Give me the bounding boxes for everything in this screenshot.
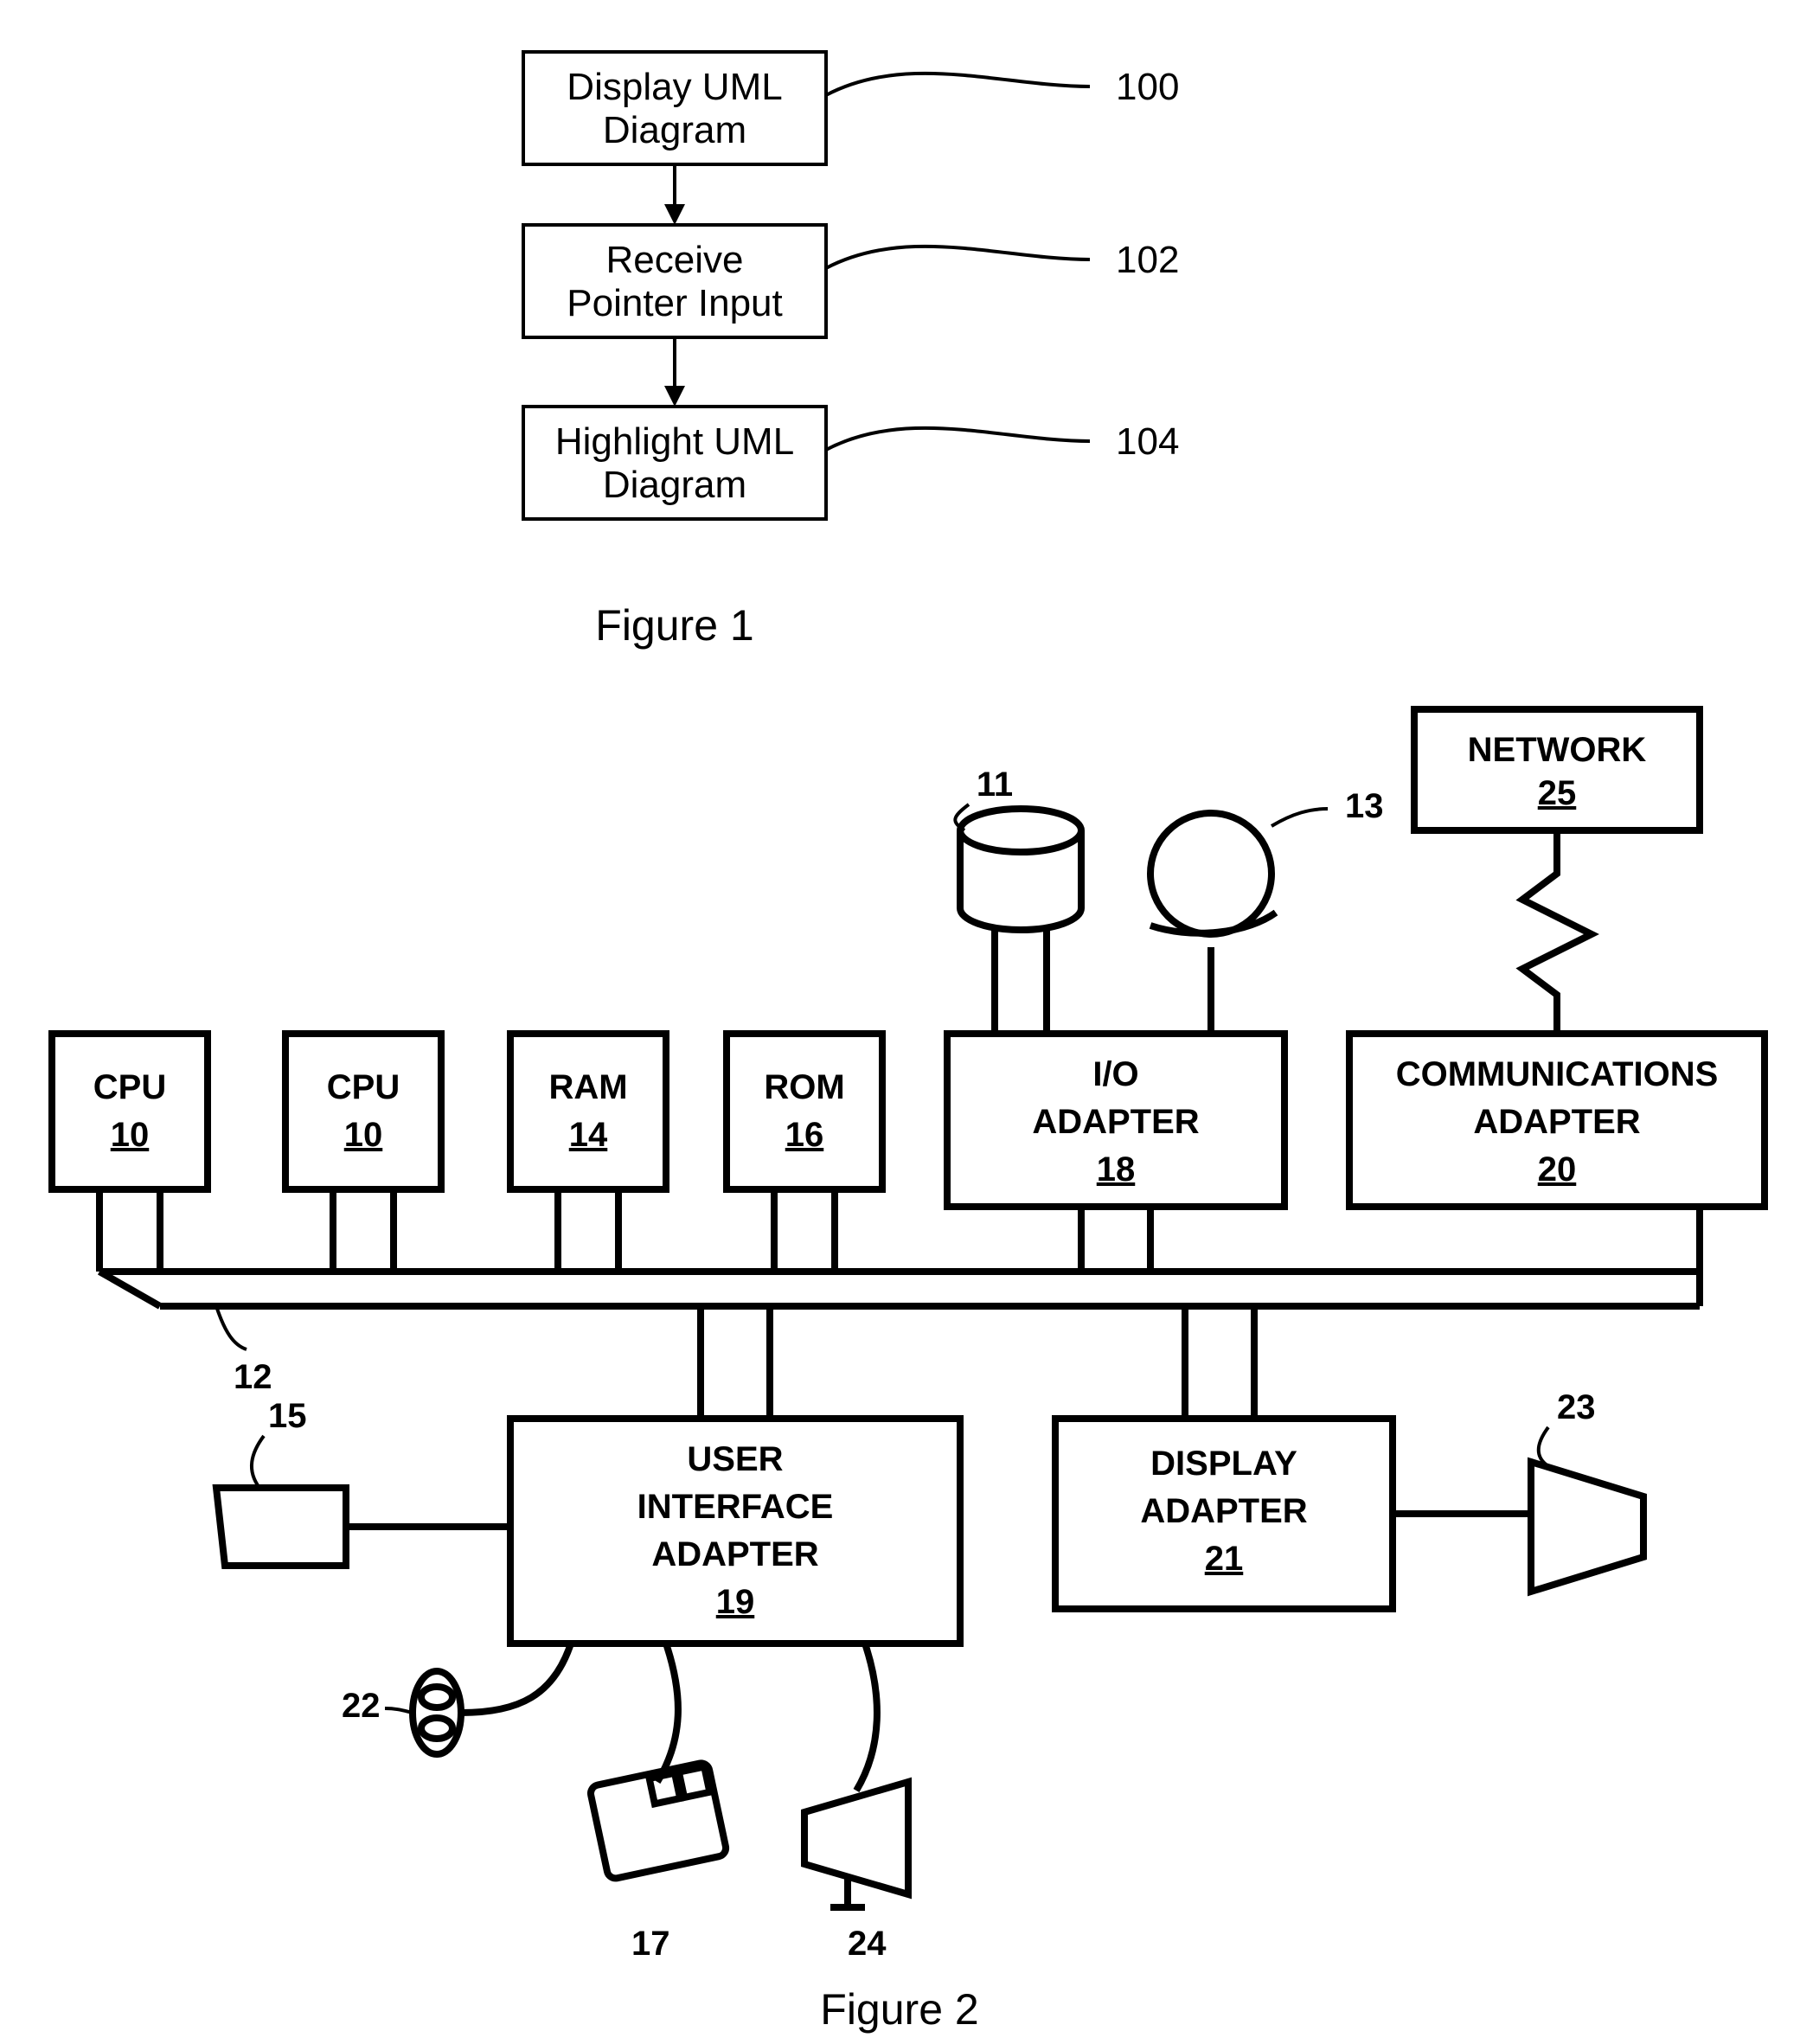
block-network: NETWORK 25: [1414, 709, 1700, 830]
fig1-step-1: Display UML Diagram 100: [523, 52, 1179, 164]
svg-text:COMMUNICATIONS: COMMUNICATIONS: [1396, 1055, 1719, 1093]
svg-text:13: 13: [1345, 787, 1384, 825]
svg-text:ADAPTER: ADAPTER: [1473, 1103, 1640, 1141]
fig1-step-3-line1: Highlight UML: [555, 420, 794, 463]
monitor-icon: 23: [1393, 1388, 1643, 1592]
fig1-step-3-line2: Diagram: [603, 464, 746, 506]
block-ram: RAM 14: [510, 1034, 666, 1189]
figure-2-caption: Figure 2: [820, 1985, 978, 2034]
svg-text:21: 21: [1205, 1540, 1244, 1578]
svg-text:RAM: RAM: [548, 1068, 627, 1106]
svg-text:20: 20: [1538, 1150, 1577, 1189]
svg-text:18: 18: [1097, 1150, 1136, 1189]
svg-text:25: 25: [1538, 774, 1577, 812]
svg-text:USER: USER: [687, 1440, 783, 1478]
block-io-adapter: I/O ADAPTER 18: [947, 1034, 1284, 1207]
svg-text:23: 23: [1557, 1388, 1596, 1426]
fig1-step-2-ref: 102: [1116, 239, 1179, 281]
block-cpu-2: CPU 10: [285, 1034, 441, 1189]
svg-text:ADAPTER: ADAPTER: [1032, 1103, 1199, 1141]
fig1-step-1-line2: Diagram: [603, 109, 746, 151]
mouse-icon: 17: [589, 1644, 727, 1963]
svg-text:ROM: ROM: [764, 1068, 844, 1106]
svg-text:12: 12: [234, 1358, 272, 1396]
figure-1-caption: Figure 1: [595, 601, 753, 650]
block-ui-adapter: USER INTERFACE ADAPTER 19: [510, 1419, 960, 1644]
fig1-step-3: Highlight UML Diagram 104: [523, 407, 1179, 519]
disk-icon: 11: [955, 766, 1081, 1034]
svg-text:19: 19: [716, 1583, 755, 1621]
figure-1: Display UML Diagram 100 Receive Pointer …: [523, 52, 1179, 650]
fig1-step-1-ref: 100: [1116, 66, 1179, 108]
svg-text:ADAPTER: ADAPTER: [651, 1535, 818, 1573]
fig1-step-1-line1: Display UML: [567, 66, 782, 108]
fig1-step-2-line2: Pointer Input: [567, 282, 783, 324]
svg-text:10: 10: [111, 1116, 150, 1154]
fig1-step-2-line1: Receive: [606, 239, 744, 281]
svg-text:15: 15: [268, 1397, 307, 1435]
block-rom: ROM 16: [727, 1034, 882, 1189]
svg-text:10: 10: [344, 1116, 383, 1154]
block-display-adapter: DISPLAY ADAPTER 21: [1055, 1419, 1393, 1609]
fig1-step-3-ref: 104: [1116, 420, 1179, 463]
svg-text:CPU: CPU: [327, 1068, 400, 1106]
svg-text:11: 11: [977, 766, 1013, 804]
svg-text:ADAPTER: ADAPTER: [1140, 1492, 1307, 1530]
svg-text:INTERFACE: INTERFACE: [637, 1488, 834, 1526]
svg-text:14: 14: [569, 1116, 608, 1154]
svg-text:22: 22: [342, 1687, 381, 1725]
block-comm-adapter: COMMUNICATIONS ADAPTER 20: [1349, 1034, 1765, 1207]
svg-text:DISPLAY: DISPLAY: [1150, 1445, 1297, 1483]
svg-text:NETWORK: NETWORK: [1468, 731, 1647, 769]
microphone-icon: 15: [216, 1397, 510, 1566]
svg-text:16: 16: [785, 1116, 824, 1154]
speaker-icon: 24: [804, 1644, 908, 1963]
svg-text:17: 17: [631, 1925, 670, 1963]
svg-text:I/O: I/O: [1092, 1055, 1138, 1093]
svg-text:CPU: CPU: [93, 1068, 166, 1106]
figure-2: CPU 10 CPU 10 RAM 14 ROM 16 I/O ADAPTER …: [52, 709, 1765, 2034]
dvd-icon: 13: [1150, 787, 1384, 1034]
fig1-step-2: Receive Pointer Input 102: [523, 225, 1179, 337]
joystick-icon: 22: [342, 1644, 571, 1754]
svg-text:24: 24: [848, 1925, 887, 1963]
block-cpu-1: CPU 10: [52, 1034, 208, 1189]
